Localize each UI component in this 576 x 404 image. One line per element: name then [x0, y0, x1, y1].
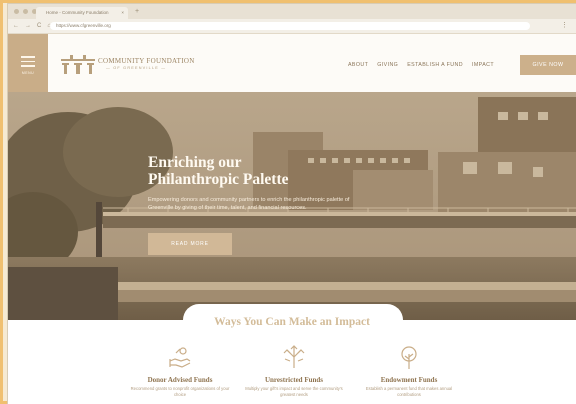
main-nav: ABOUT GIVING ESTABLISH A FUND IMPACT	[348, 62, 494, 68]
hamburger-icon	[21, 56, 35, 70]
forward-icon[interactable]: →	[25, 22, 31, 30]
card-description: Recommend grants to nonprofit organizati…	[130, 386, 230, 397]
browser-tab[interactable]: Home - Community Foundation ×	[36, 7, 128, 19]
site-logo[interactable]: COMMUNITY FOUNDATION — OF GREENVILLE —	[60, 54, 210, 78]
tab-close-icon[interactable]: ×	[121, 7, 124, 19]
menu-label: MENU	[21, 71, 35, 75]
browser-address-bar: ← → C ⌂ https://www.cfgreenville.org ⋮	[8, 19, 576, 34]
logo-title: COMMUNITY FOUNDATION	[98, 57, 195, 65]
card-title: Donor Advised Funds	[147, 376, 213, 384]
close-window-dot[interactable]	[14, 9, 19, 14]
menu-button[interactable]: MENU	[8, 34, 48, 92]
nav-giving[interactable]: GIVING	[377, 62, 398, 68]
browser-tab-bar: Home - Community Foundation × +	[8, 4, 576, 19]
hand-giving-icon	[169, 347, 191, 368]
card-donor-advised-funds[interactable]: Donor Advised Funds Recommend grants to …	[120, 344, 240, 397]
logo-subtitle: — OF GREENVILLE —	[106, 66, 167, 70]
hero-headline-line-2: Philanthropic Palette	[148, 171, 289, 188]
ways-section: Ways You Can Make an Impact Donor Advise…	[8, 304, 576, 404]
card-endowment-funds[interactable]: Endowment Funds Establish a permanent fu…	[349, 344, 469, 397]
read-more-button[interactable]: READ MORE	[148, 233, 232, 255]
new-tab-button[interactable]: +	[132, 7, 142, 17]
arrows-expand-icon	[283, 345, 305, 368]
hero-section: Enriching our Philanthropic Palette Empo…	[8, 92, 576, 320]
site-header: MENU COMMUNITY FOUNDATION — OF GREENVILL…	[8, 34, 576, 93]
card-description: Multiply your gift's impact and serve th…	[245, 386, 343, 397]
ways-heading: Ways You Can Make an Impact	[214, 316, 370, 328]
tree-icon	[401, 346, 417, 369]
window-controls[interactable]	[14, 9, 37, 14]
url-input[interactable]: https://www.cfgreenville.org	[50, 22, 530, 30]
reload-icon[interactable]: C	[37, 22, 41, 30]
hero-headline-line-1: Enriching our	[148, 154, 242, 171]
hero-subtext: Empowering donors and community partners…	[148, 197, 350, 211]
browser-window: Home - Community Foundation × + ← → C ⌂ …	[8, 4, 576, 404]
minimize-window-dot[interactable]	[23, 9, 28, 14]
card-title: Endowment Funds	[380, 376, 438, 384]
back-icon[interactable]: ←	[13, 22, 19, 30]
card-description: Establish a permanent fund that makes an…	[365, 386, 453, 397]
hero-headline: Enriching our Philanthropic Palette	[148, 154, 368, 188]
card-title: Unrestricted Funds	[264, 376, 323, 384]
browser-menu-icon[interactable]: ⋮	[561, 21, 568, 29]
nav-establish-a-fund[interactable]: ESTABLISH A FUND	[407, 62, 463, 68]
give-now-button[interactable]: GIVE NOW	[520, 55, 576, 75]
browser-tab-title: Home - Community Foundation	[46, 10, 109, 15]
logo-columns-icon	[61, 55, 95, 74]
card-unrestricted-funds[interactable]: Unrestricted Funds Multiply your gift's …	[234, 344, 354, 397]
nav-about[interactable]: ABOUT	[348, 62, 368, 68]
nav-impact[interactable]: IMPACT	[472, 62, 494, 68]
